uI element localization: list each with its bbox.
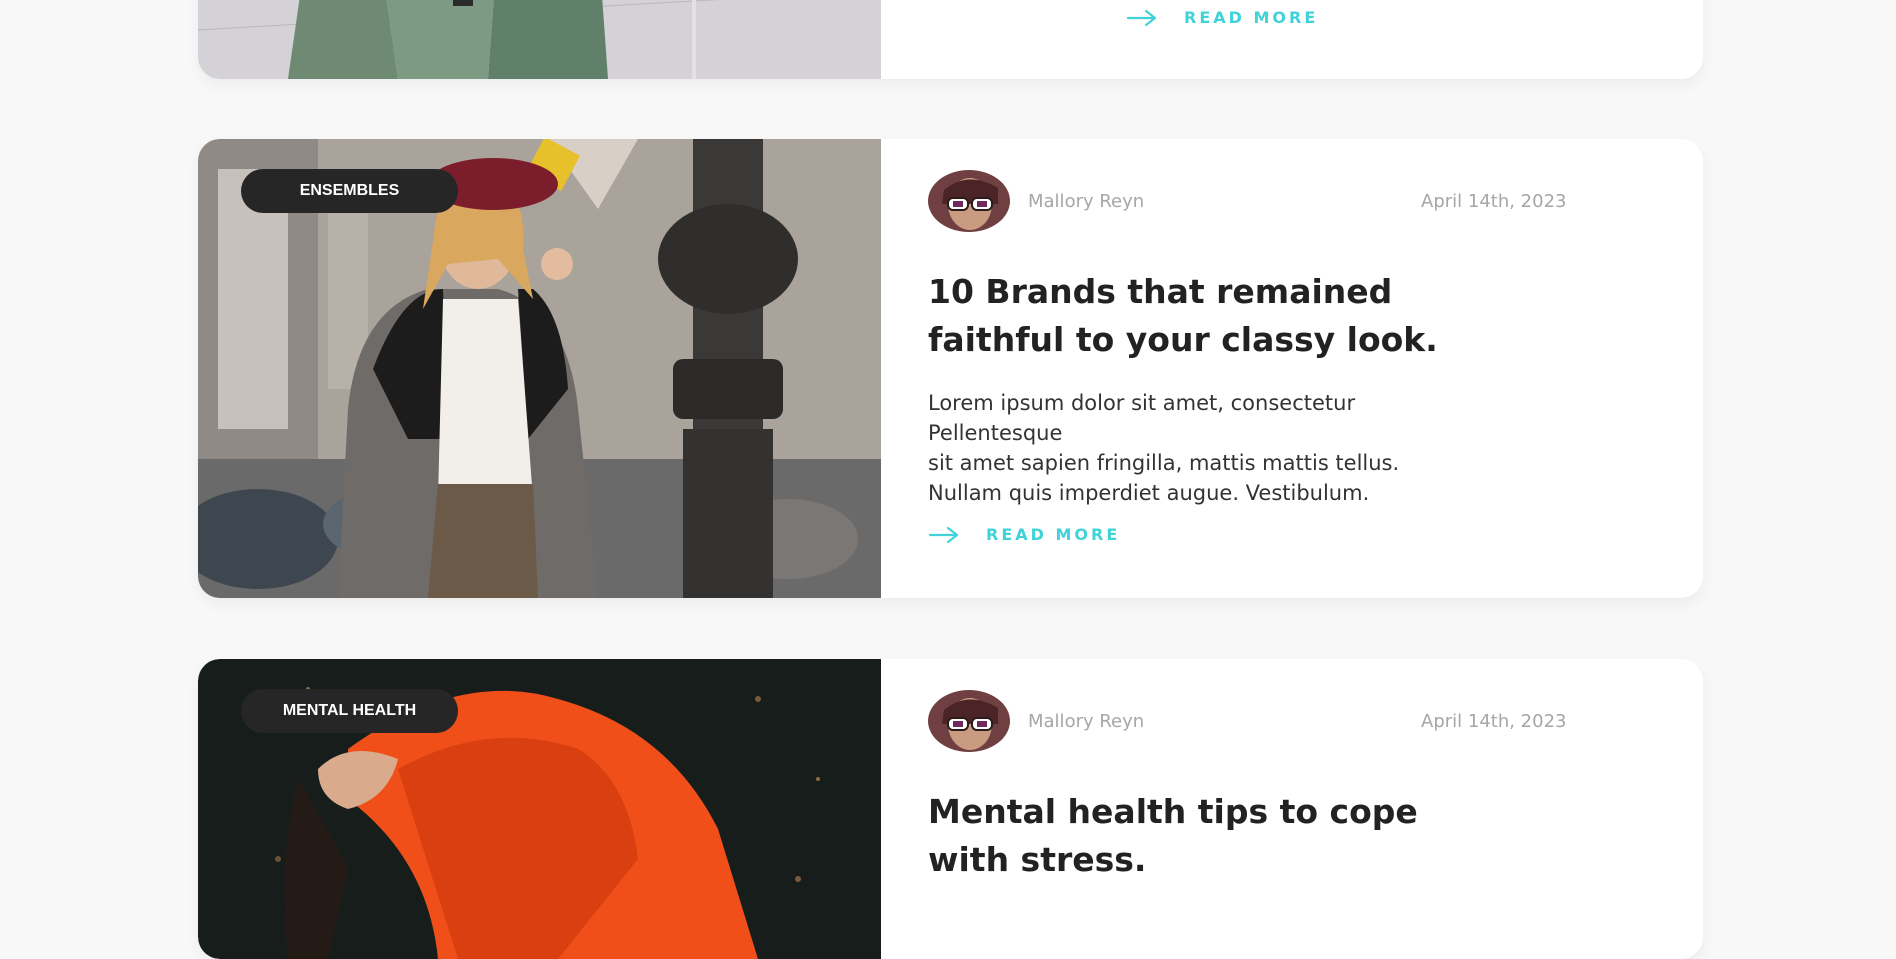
post-meta: Mallory Reyn April 14th, 2023 10 Brands … [928, 139, 1688, 598]
post-content: READ MORE [928, 0, 1703, 79]
post-excerpt: Lorem ipsum dolor sit amet, consectetur … [928, 391, 1400, 505]
post-date: April 14th, 2023 [1421, 191, 1567, 212]
post-date: April 14th, 2023 [1421, 711, 1567, 732]
author-photo [928, 690, 1010, 752]
read-more-label: READ MORE [1184, 8, 1319, 27]
post-image[interactable] [198, 0, 881, 79]
arrow-right-icon [1126, 9, 1157, 26]
fashion-photo [198, 0, 881, 79]
author-avatar[interactable] [928, 170, 1010, 232]
author-name[interactable]: Mallory Reyn [1028, 191, 1144, 212]
post-card: READ MORE [198, 0, 1703, 79]
read-more-link[interactable]: READ MORE [1126, 8, 1318, 27]
author-photo [928, 170, 1010, 232]
post-image[interactable]: ENSEMBLES [198, 139, 881, 598]
post-meta: Mallory Reyn April 14th, 2023 Mental hea… [928, 659, 1688, 879]
category-tag[interactable]: MENTAL HEALTH [241, 689, 458, 733]
post-title[interactable]: Mental health tips to cope with stress. [928, 788, 1448, 884]
post-image[interactable]: MENTAL HEALTH [198, 659, 881, 959]
read-more-label: READ MORE [986, 525, 1121, 544]
arrow-right-icon [928, 526, 959, 543]
author-name[interactable]: Mallory Reyn [1028, 711, 1144, 732]
post-title[interactable]: 10 Brands that remained faithful to your… [928, 268, 1448, 364]
author-avatar[interactable] [928, 690, 1010, 752]
category-tag[interactable]: ENSEMBLES [241, 169, 458, 213]
read-more-link[interactable]: READ MORE [928, 525, 1120, 544]
